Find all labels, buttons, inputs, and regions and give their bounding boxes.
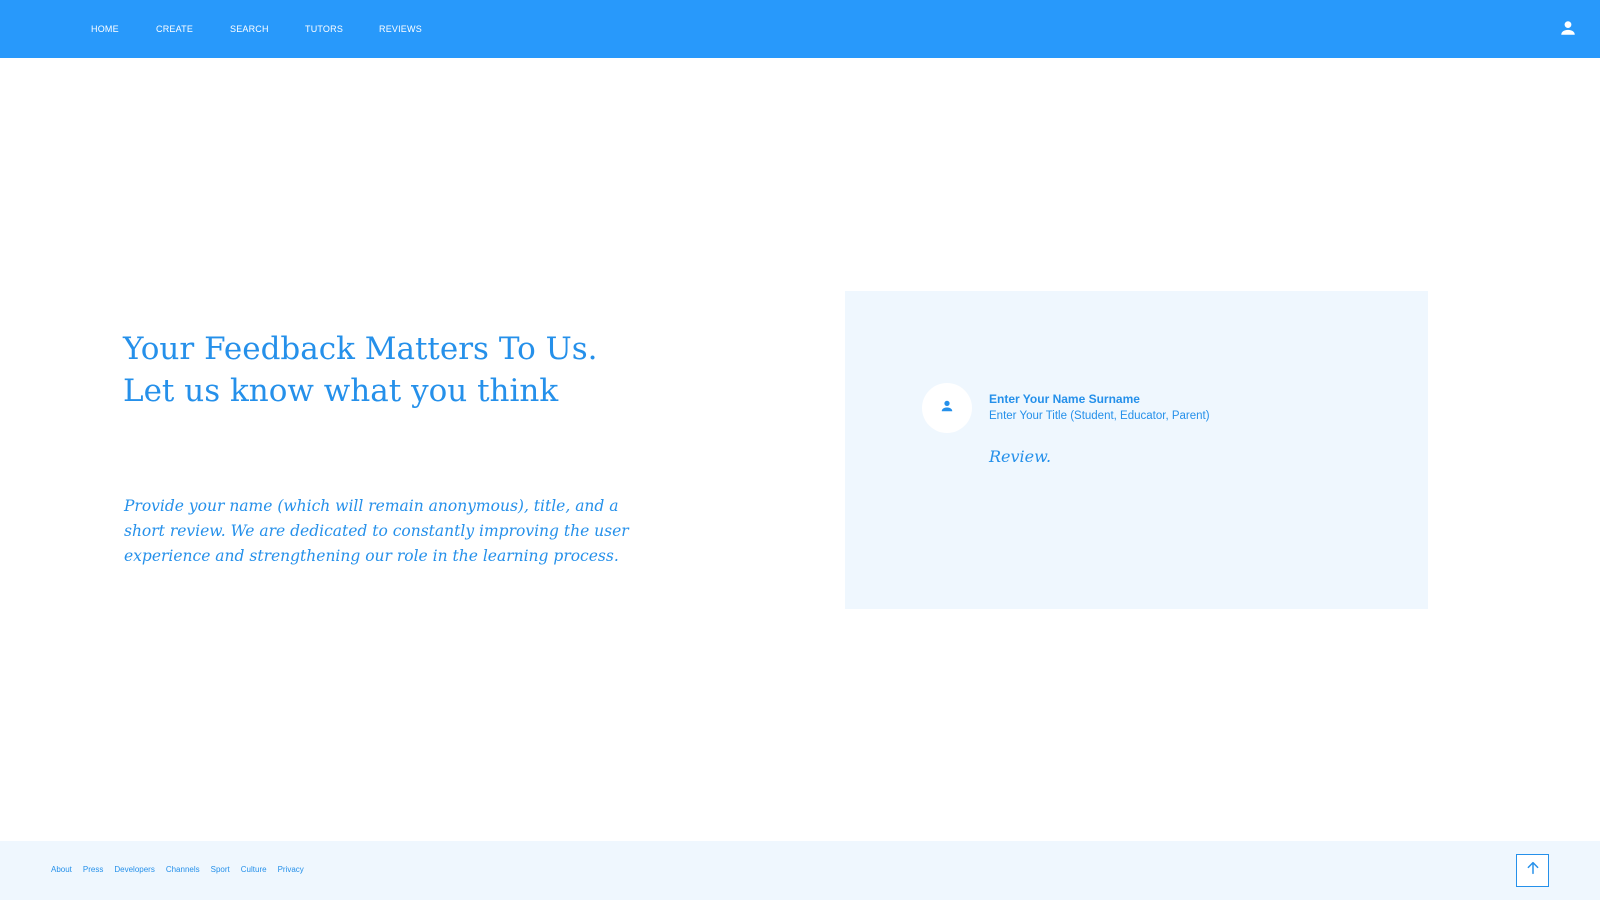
arrow-up-icon [1525,860,1541,881]
footer-link-channels[interactable]: Channels [166,865,200,874]
footer-link-about[interactable]: About [51,865,72,874]
avatar [922,383,972,433]
user-icon [940,399,954,418]
review-card: Enter Your Name Surname Enter Your Title… [845,291,1428,609]
footer: About Press Developers Channels Sport Cu… [0,841,1600,900]
footer-link-privacy[interactable]: Privacy [278,865,304,874]
title-line-1: Your Feedback Matters To Us. [123,331,598,367]
review-input[interactable]: Review. [989,447,1051,466]
main-nav: HOME CREATE SEARCH TUTORS REVIEWS [91,0,439,58]
footer-link-culture[interactable]: Culture [241,865,267,874]
scroll-to-top-button[interactable] [1516,854,1549,887]
nav-home[interactable]: HOME [91,24,156,34]
title-input[interactable]: Enter Your Title (Student, Educator, Par… [989,410,1210,422]
nav-create[interactable]: CREATE [156,24,230,34]
footer-link-press[interactable]: Press [83,865,103,874]
page-title: Your Feedback Matters To Us. Let us know… [123,328,683,412]
user-icon[interactable] [1559,19,1577,37]
footer-link-sport[interactable]: Sport [211,865,230,874]
title-line-2: Let us know what you think [123,373,559,409]
top-navigation-bar: HOME CREATE SEARCH TUTORS REVIEWS [0,0,1600,58]
footer-links: About Press Developers Channels Sport Cu… [51,865,315,874]
nav-search[interactable]: SEARCH [230,24,305,34]
footer-link-developers[interactable]: Developers [114,865,154,874]
page-description: Provide your name (which will remain ano… [124,497,629,565]
nav-tutors[interactable]: TUTORS [305,24,379,34]
name-input[interactable]: Enter Your Name Surname [989,392,1140,406]
nav-reviews[interactable]: REVIEWS [379,24,439,34]
